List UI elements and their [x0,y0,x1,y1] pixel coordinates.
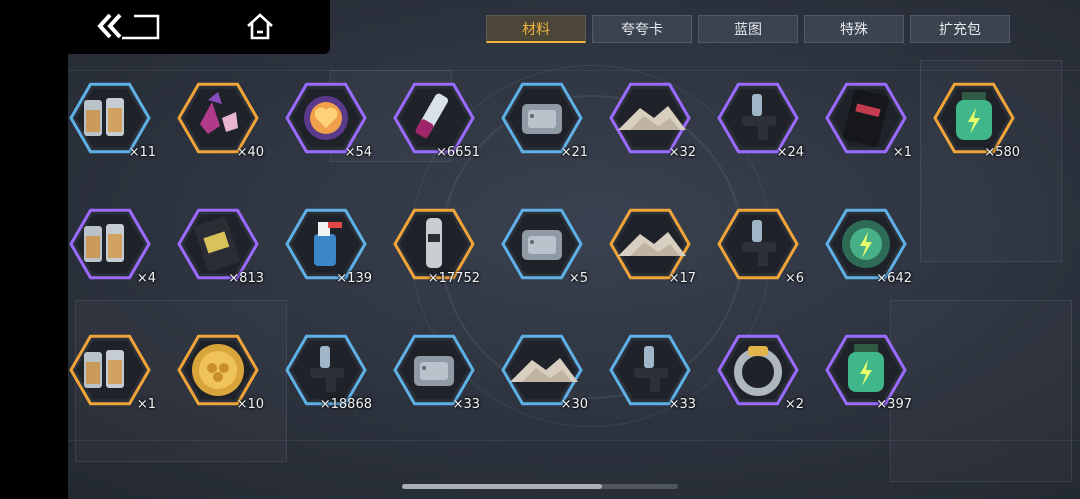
item-count: ×2 [784,397,804,412]
item-slot[interactable]: ×4 [69,204,156,286]
item-slot[interactable]: ×11 [69,78,156,160]
item-slot[interactable]: ×17 [609,204,696,286]
back-button[interactable] [94,8,164,44]
item-count: ×580 [984,145,1020,160]
item-slot[interactable]: ×21 [501,78,588,160]
item-count: ×1 [136,397,156,412]
item-count: ×17752 [427,271,480,286]
item-count: ×54 [344,145,372,160]
item-count: ×18868 [319,397,372,412]
item-slot[interactable]: ×6651 [393,78,480,160]
item-count: ×32 [668,145,696,160]
item-count: ×11 [128,145,156,160]
item-slot[interactable]: ×54 [285,78,372,160]
item-slot[interactable]: ×813 [177,204,264,286]
item-slot[interactable]: ×32 [609,78,696,160]
item-slot[interactable]: ×10 [177,330,264,412]
top-nav-panel [68,0,330,54]
home-icon [247,13,273,40]
category-tabs: 材料 夸夸卡 蓝图 特殊 扩充包 [486,15,1010,43]
item-slot[interactable]: ×2 [717,330,804,412]
item-slot[interactable]: ×6 [717,204,804,286]
item-count: ×33 [452,397,480,412]
double-chevron-back-icon [97,13,160,40]
background-panel [890,300,1072,482]
item-slot[interactable]: ×1 [825,78,912,160]
item-slot[interactable]: ×642 [825,204,912,286]
item-count: ×17 [668,271,696,286]
tab-1[interactable]: 夸夸卡 [592,15,692,43]
item-count: ×397 [876,397,912,412]
item-slot[interactable]: ×139 [285,204,372,286]
item-slot[interactable]: ×5 [501,204,588,286]
home-button[interactable] [238,8,282,44]
screen-notch-area [0,0,68,499]
item-slot[interactable]: ×1 [69,330,156,412]
tab-0[interactable]: 材料 [486,15,586,43]
item-slot[interactable]: ×33 [609,330,696,412]
item-count: ×642 [876,271,912,286]
item-count: ×5 [568,271,588,286]
item-count: ×40 [236,145,264,160]
item-slot[interactable]: ×18868 [285,330,372,412]
item-count: ×10 [236,397,264,412]
item-count: ×6651 [436,145,480,160]
item-slot[interactable]: ×33 [393,330,480,412]
item-count: ×139 [336,271,372,286]
item-slot[interactable]: ×397 [825,330,912,412]
item-count: ×813 [228,271,264,286]
inventory-screen: 材料 夸夸卡 蓝图 特殊 扩充包 ×11 ×40 ×54 ×6651 ×21 ×32 ×24 ×1 ×5… [0,0,1080,499]
tab-3[interactable]: 特殊 [804,15,904,43]
tab-2[interactable]: 蓝图 [698,15,798,43]
item-count: ×30 [560,397,588,412]
item-slot[interactable]: ×17752 [393,204,480,286]
scrollbar-thumb[interactable] [402,484,602,489]
item-slot[interactable]: ×40 [177,78,264,160]
item-slot[interactable]: ×30 [501,330,588,412]
item-count: ×24 [776,145,804,160]
tab-4[interactable]: 扩充包 [910,15,1010,43]
item-count: ×6 [784,271,804,286]
item-count: ×1 [892,145,912,160]
item-count: ×4 [136,271,156,286]
item-count: ×21 [560,145,588,160]
item-slot[interactable]: ×580 [933,78,1020,160]
item-slot[interactable]: ×24 [717,78,804,160]
item-count: ×33 [668,397,696,412]
